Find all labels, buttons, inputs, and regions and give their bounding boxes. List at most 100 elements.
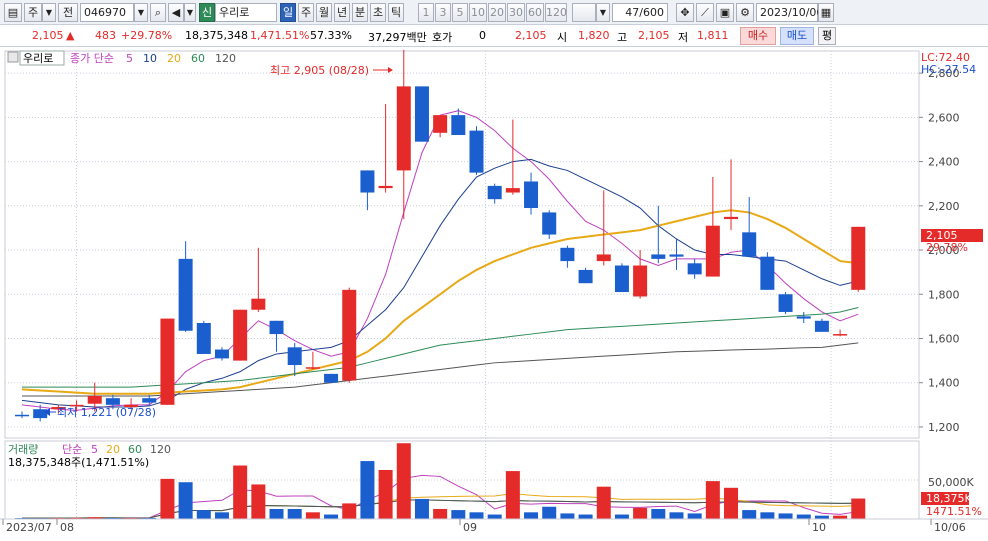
y-tick-label: 2,400 <box>928 156 960 169</box>
volume-bar <box>760 512 775 519</box>
interval-button-10[interactable]: 10 <box>469 3 487 22</box>
x-tick-label: 08 <box>60 521 74 534</box>
y-tick-label: 1,800 <box>928 288 960 301</box>
crosshair-icon[interactable]: ✥ <box>676 3 694 22</box>
volume-bar <box>614 514 629 519</box>
ma-legend-5: 5 <box>126 52 133 65</box>
date-field[interactable]: 2023/10/06 <box>756 3 823 22</box>
panel-menu-icon[interactable] <box>7 51 19 63</box>
stock-code-input[interactable]: 046970 <box>80 3 134 22</box>
y-tick-label: 2,200 <box>928 200 960 213</box>
market-select[interactable]: 주 <box>24 3 42 22</box>
code-chevron-icon[interactable]: ▼ <box>134 3 148 22</box>
interval-button-1[interactable]: 1 <box>418 3 434 22</box>
volume-bar <box>378 469 393 519</box>
number-input[interactable] <box>572 3 596 22</box>
candle-body <box>560 247 575 262</box>
volume-bar <box>633 507 648 519</box>
hoga-label: 호가 <box>432 31 453 44</box>
save-icon[interactable]: ▣ <box>716 3 734 22</box>
interval-button-120[interactable]: 120 <box>545 3 567 22</box>
eval-button[interactable]: 평 <box>818 27 836 45</box>
ma-title: 종가 단순 <box>70 52 114 65</box>
period-button-1[interactable]: 주 <box>298 3 314 22</box>
interval-button-3[interactable]: 3 <box>435 3 451 22</box>
volume-value: 18,375,348주(1,471.51%) <box>8 456 149 469</box>
volume-bar <box>524 512 539 519</box>
search-icon[interactable]: ⌕ <box>150 3 166 22</box>
volume-bar <box>160 478 175 519</box>
kind-select[interactable]: 전 <box>58 3 78 22</box>
hoga-price: 2,105 <box>515 29 547 42</box>
volume-ma-title: 단순 <box>62 443 82 456</box>
candle-body <box>105 398 120 405</box>
x-tick-label: 2023/07 <box>6 521 52 534</box>
volume-bar <box>396 443 411 519</box>
ma-legend-20: 20 <box>167 52 181 65</box>
interval-button-30[interactable]: 30 <box>507 3 525 22</box>
volume-bar <box>287 508 302 519</box>
price-change: 483 <box>95 29 116 42</box>
candle-body <box>614 265 629 293</box>
toolbar: ▤ 주 ▼ 전 046970 ▼ ⌕ ◀ ▼ 신 우리로 ▼ 47/600 ✥ … <box>0 0 988 25</box>
current-price: 2,105 <box>32 29 64 42</box>
volume-ma-legend-60: 60 <box>128 443 142 456</box>
candle-body <box>305 367 320 369</box>
candle-body <box>851 226 866 290</box>
line-tool-icon[interactable]: ⟋ <box>696 3 714 22</box>
candle-body <box>651 254 666 259</box>
interval-button-60[interactable]: 60 <box>526 3 544 22</box>
volume-bar <box>233 465 248 519</box>
volume-bar <box>433 508 448 519</box>
turnover-rate: 57.33% <box>310 29 352 42</box>
candle-body <box>487 185 502 200</box>
candle-body <box>505 188 520 193</box>
volume: 18,375,348 <box>185 29 248 42</box>
stock-name-field[interactable]: 우리로 <box>215 3 277 22</box>
period-button-6[interactable]: 틱 <box>388 3 404 22</box>
candle-body <box>160 318 175 405</box>
speaker-chevron-icon[interactable]: ▼ <box>184 3 196 22</box>
period-button-2[interactable]: 월 <box>316 3 332 22</box>
chart-area[interactable]: 2,800 2,600 2,400 2,200 2,000 1,800 1,600 1,400… <box>0 47 988 538</box>
volume-bar <box>196 510 211 519</box>
candle-body <box>414 86 429 142</box>
period-button-4[interactable]: 분 <box>352 3 368 22</box>
interval-button-20[interactable]: 20 <box>488 3 506 22</box>
quote-bar: 2,105 ▲ 483 +29.78% 18,375,348 1,471.51%… <box>0 25 988 47</box>
period-button-5[interactable]: 초 <box>370 3 386 22</box>
candle-body <box>15 414 29 417</box>
candle-body <box>778 294 793 312</box>
interval-button-5[interactable]: 5 <box>452 3 468 22</box>
volume-bar <box>324 514 339 519</box>
y-tick-label: 1,600 <box>928 332 960 345</box>
gear-icon[interactable]: ⚙ <box>736 3 754 22</box>
up-arrow-icon: ▲ <box>66 29 75 42</box>
data-count-field[interactable]: 47/600 <box>612 3 668 22</box>
speaker-icon[interactable]: ◀ <box>168 3 184 22</box>
volume-bar <box>687 513 702 519</box>
volume-bar <box>705 481 720 519</box>
sell-button[interactable]: 매도 <box>780 27 814 45</box>
last-pct-tag: 29.78% <box>926 241 968 254</box>
buy-button[interactable]: 매수 <box>740 27 776 45</box>
window-menu-icon[interactable]: ▤ <box>4 3 22 22</box>
stock-chart[interactable]: 2,8002,6002,4002,2002,0001,8001,6001,400… <box>0 47 988 538</box>
candle-body <box>142 398 157 403</box>
low-price: 1,811 <box>697 29 729 42</box>
candle-body <box>524 181 539 209</box>
candle-body <box>196 323 211 354</box>
volume-title: 거래량 <box>8 443 38 456</box>
number-chevron-icon[interactable]: ▼ <box>596 3 610 22</box>
volume-bar <box>851 498 866 519</box>
period-button-0[interactable]: 일 <box>280 3 296 22</box>
open-price: 1,820 <box>578 29 610 42</box>
period-button-3[interactable]: 년 <box>334 3 350 22</box>
candle-body <box>687 263 702 275</box>
y-tick-label: 2,600 <box>928 111 960 124</box>
volume-ma-legend-120: 120 <box>150 443 171 456</box>
market-chevron-icon[interactable]: ▼ <box>42 3 56 22</box>
calendar-icon[interactable]: ▦ <box>818 3 834 22</box>
candle-body <box>33 409 48 419</box>
candle-body <box>833 334 848 336</box>
